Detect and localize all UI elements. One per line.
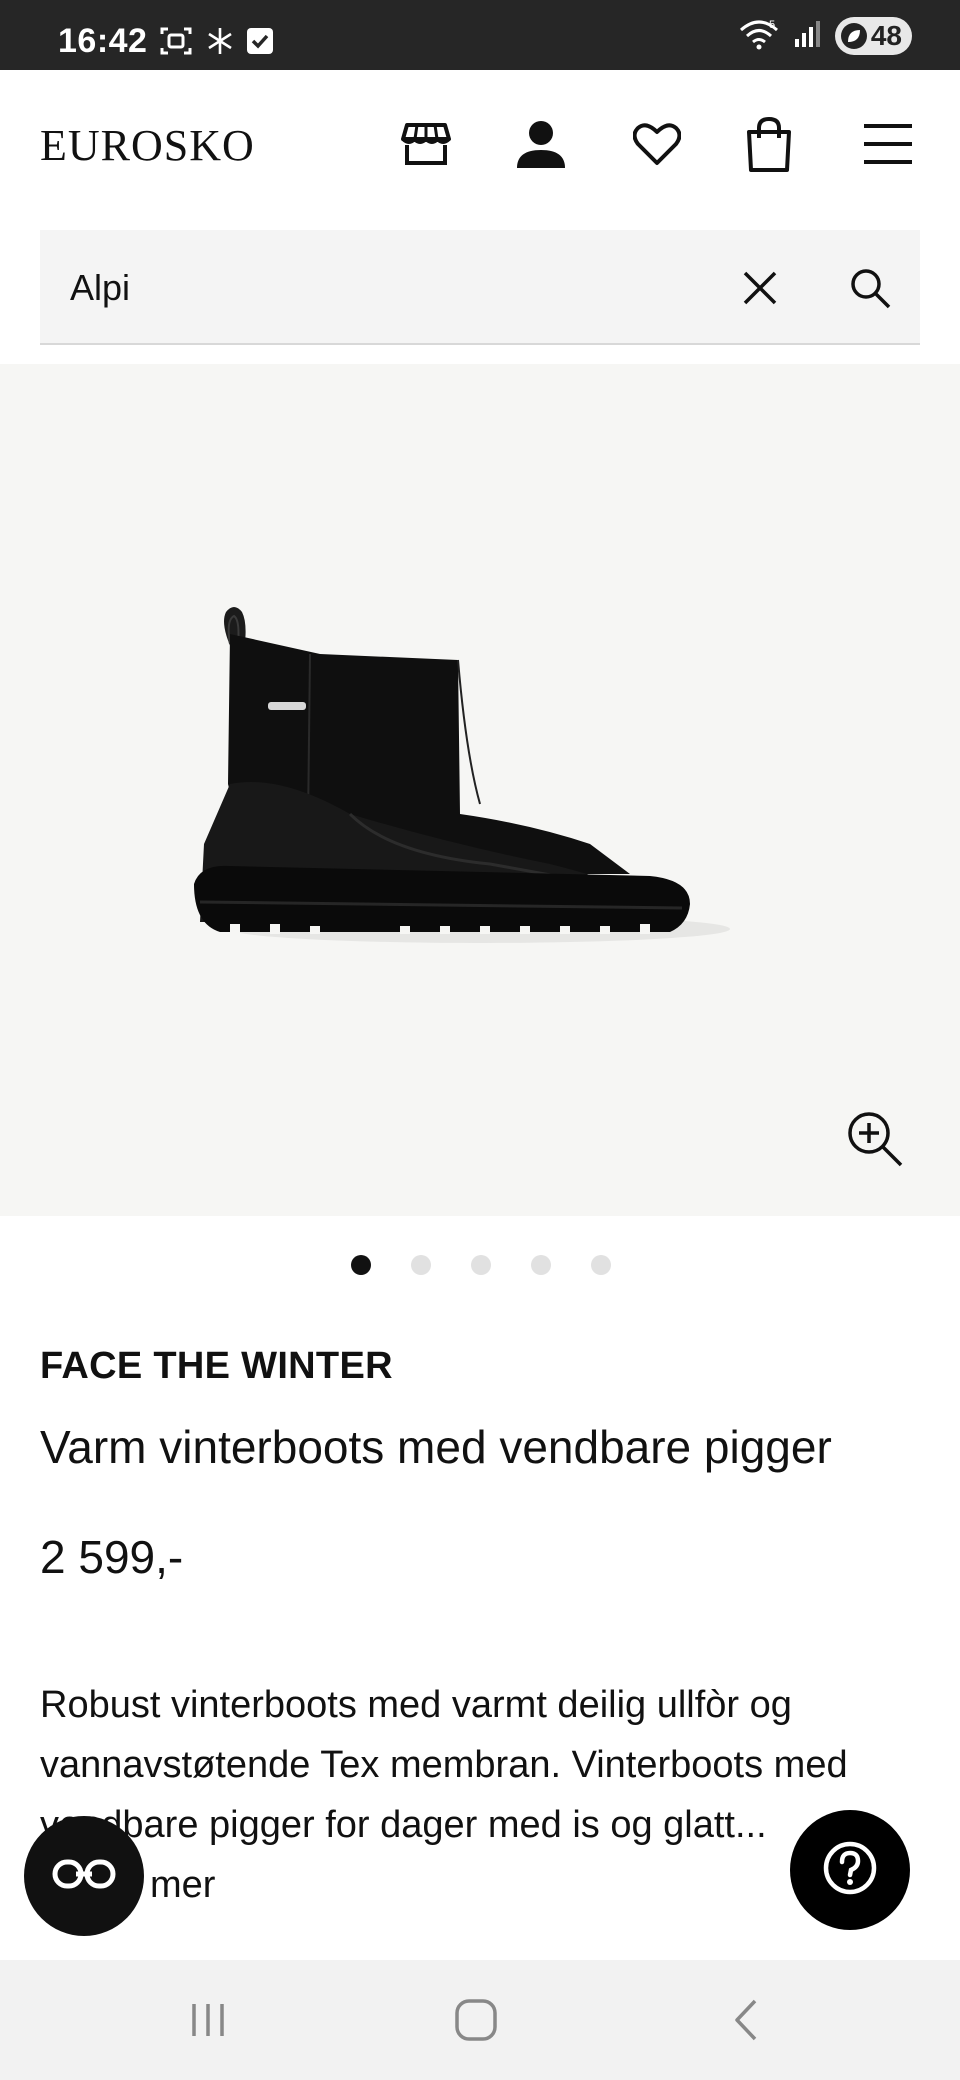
product-brand[interactable]: FACE THE WINTER bbox=[40, 1345, 393, 1388]
status-time: 16:42 bbox=[58, 22, 148, 60]
battery-level: 48 bbox=[870, 20, 902, 51]
wishlist-heart-icon[interactable] bbox=[629, 116, 685, 172]
carousel-dot[interactable] bbox=[591, 1255, 611, 1275]
wifi-icon: 5 bbox=[739, 18, 779, 55]
menu-icon[interactable] bbox=[860, 116, 916, 172]
close-icon[interactable] bbox=[730, 258, 790, 318]
glasses-icon bbox=[52, 1856, 116, 1897]
home-icon[interactable] bbox=[436, 1990, 516, 2050]
carousel-dot[interactable] bbox=[471, 1255, 491, 1275]
search-bar bbox=[40, 230, 920, 345]
site-header: EUROSKO bbox=[0, 70, 960, 220]
carousel-dot[interactable] bbox=[531, 1255, 551, 1275]
product-price: 2 599,- bbox=[40, 1531, 184, 1583]
search-icon[interactable] bbox=[840, 258, 900, 318]
network-label: 5 bbox=[769, 19, 775, 31]
help-question-icon bbox=[822, 1840, 878, 1901]
cart-bag-icon[interactable] bbox=[741, 116, 797, 172]
battery-indicator: 48 bbox=[834, 17, 912, 55]
battery-saver-icon bbox=[840, 23, 867, 49]
zoom-in-icon[interactable] bbox=[840, 1104, 910, 1174]
eurosko-logo[interactable]: EUROSKO bbox=[40, 120, 255, 171]
help-button[interactable] bbox=[790, 1810, 910, 1930]
carousel-pagination bbox=[0, 1255, 960, 1279]
carousel-dot[interactable] bbox=[351, 1255, 371, 1275]
search-input[interactable] bbox=[70, 260, 710, 316]
store-icon[interactable] bbox=[398, 116, 454, 172]
product-image-gallery[interactable] bbox=[0, 364, 960, 1216]
account-icon[interactable] bbox=[513, 116, 569, 172]
checkbox-icon bbox=[246, 26, 274, 61]
snowflake-icon bbox=[206, 26, 234, 61]
signal-icon bbox=[793, 19, 821, 54]
product-image[interactable] bbox=[190, 484, 750, 964]
carousel-dot[interactable] bbox=[411, 1255, 431, 1275]
status-bar: 16:42 5 48 bbox=[0, 0, 960, 70]
back-icon[interactable] bbox=[706, 1990, 786, 2050]
recent-apps-icon[interactable] bbox=[168, 1990, 248, 2050]
system-navigation-bar bbox=[0, 1960, 960, 2080]
product-title: Varm vinterboots med vendbare pigger bbox=[40, 1421, 832, 1473]
screenshot-icon bbox=[160, 26, 192, 61]
accessibility-button[interactable] bbox=[24, 1816, 144, 1936]
product-description-text: Robust vinterboots med varmt deilig ullf… bbox=[40, 1684, 848, 1846]
